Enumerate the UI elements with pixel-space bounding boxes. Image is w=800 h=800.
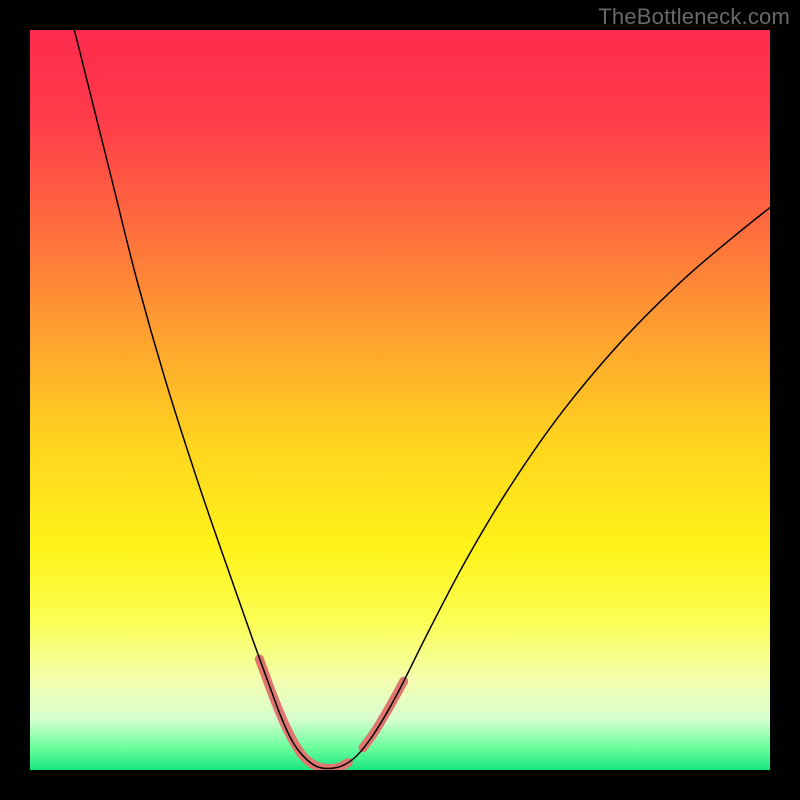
chart-plot-area: [30, 30, 770, 770]
chart-frame: TheBottleneck.com: [0, 0, 800, 800]
chart-background: [30, 30, 770, 770]
watermark-text: TheBottleneck.com: [598, 4, 790, 30]
chart-svg: [30, 30, 770, 770]
